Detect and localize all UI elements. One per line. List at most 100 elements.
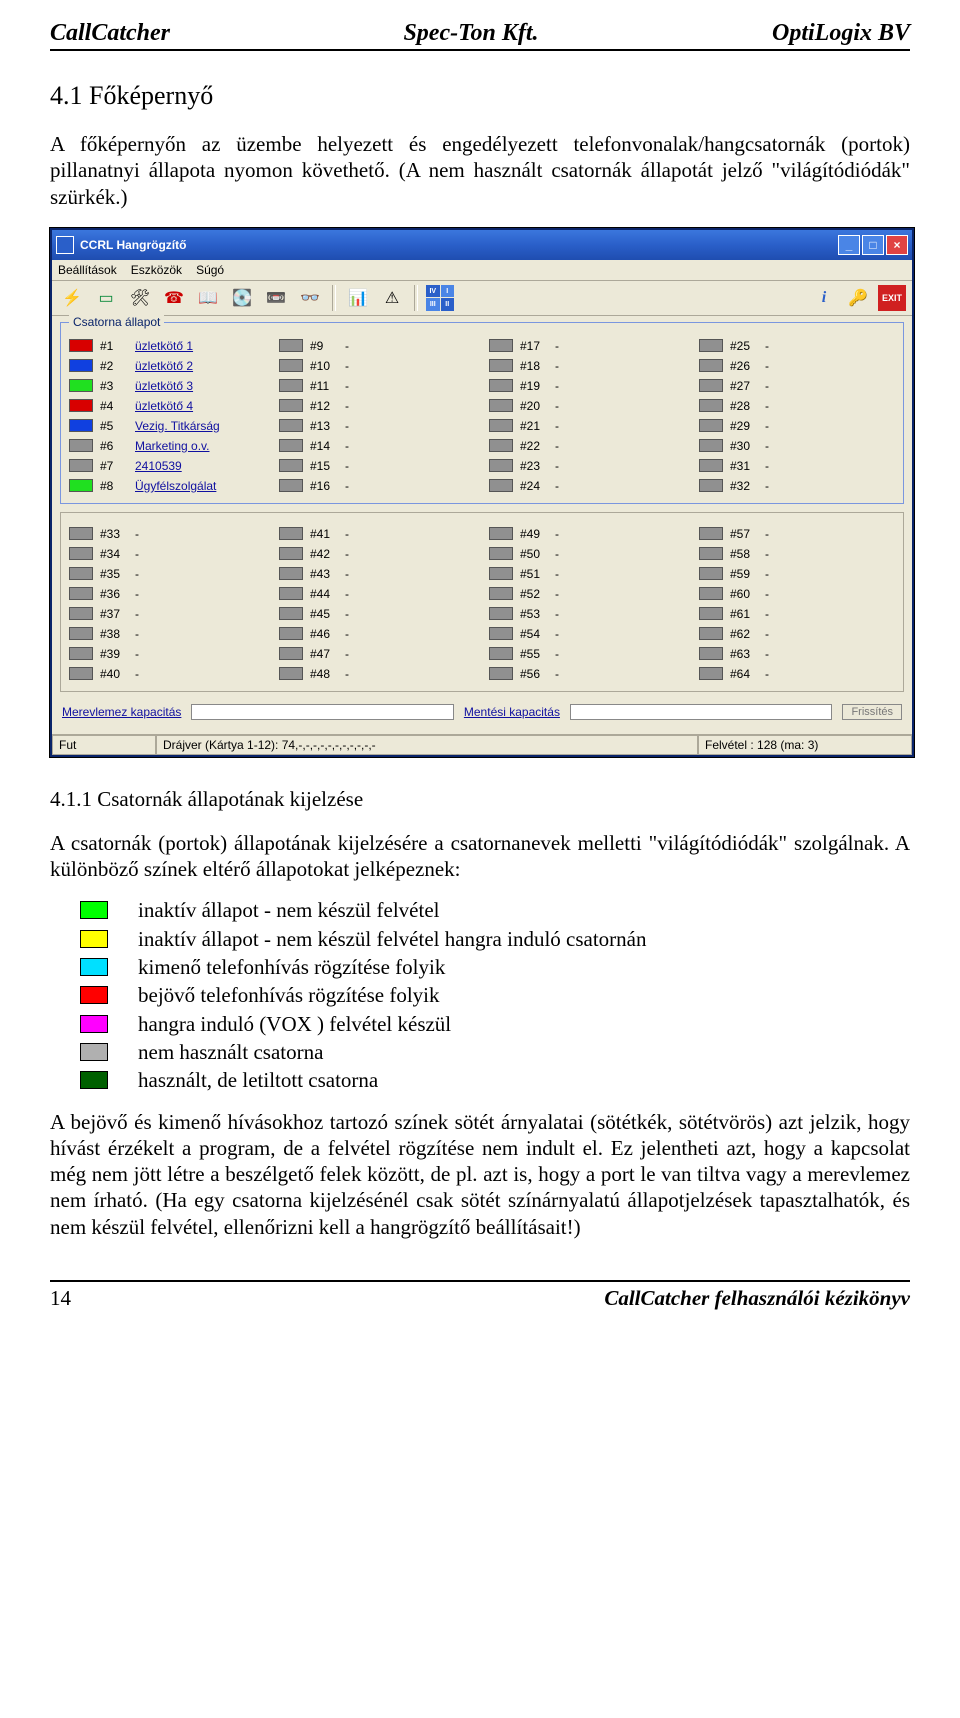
channel-led [489, 547, 513, 560]
channel-item[interactable]: #62- [699, 625, 895, 643]
tools-icon[interactable]: 🛠 [126, 285, 154, 311]
channel-item[interactable]: #63- [699, 645, 895, 663]
channel-item[interactable]: #41- [279, 525, 475, 543]
exit-icon[interactable]: EXIT [878, 285, 906, 311]
channel-item[interactable]: #8Ügyfélszolgálat [69, 477, 265, 495]
channel-led [69, 439, 93, 452]
channel-item[interactable]: #3üzletkötő 3 [69, 377, 265, 395]
channel-item[interactable]: #46- [279, 625, 475, 643]
channel-item[interactable]: #52- [489, 585, 685, 603]
channel-item[interactable]: #28- [699, 397, 895, 415]
channel-number: #40 [100, 667, 128, 681]
channel-led [489, 607, 513, 620]
channel-item[interactable]: #11- [279, 377, 475, 395]
channel-item[interactable]: #53- [489, 605, 685, 623]
channel-name: - [555, 527, 559, 541]
book-icon[interactable]: 📖 [194, 285, 222, 311]
channel-item[interactable]: #59- [699, 565, 895, 583]
channel-item[interactable]: #20- [489, 397, 685, 415]
channel-item[interactable]: #44- [279, 585, 475, 603]
channel-item[interactable]: #6Marketing o.v. [69, 437, 265, 455]
channel-item[interactable]: #1üzletkötő 1 [69, 337, 265, 355]
refresh-button[interactable]: Frissítés [842, 704, 902, 720]
channel-item[interactable]: #72410539 [69, 457, 265, 475]
channel-item[interactable]: #10- [279, 357, 475, 375]
channel-item[interactable]: #55- [489, 645, 685, 663]
channel-item[interactable]: #22- [489, 437, 685, 455]
channel-item[interactable]: #60- [699, 585, 895, 603]
channel-item[interactable]: #33- [69, 525, 265, 543]
channel-item[interactable]: #58- [699, 545, 895, 563]
channel-item[interactable]: #50- [489, 545, 685, 563]
channel-name: 2410539 [135, 459, 182, 473]
glasses-icon[interactable]: 👓 [296, 285, 324, 311]
legend-swatch [80, 901, 108, 919]
menu-item[interactable]: Súgó [196, 263, 224, 277]
channel-item[interactable]: #39- [69, 645, 265, 663]
channel-item[interactable]: #64- [699, 665, 895, 683]
channel-item[interactable]: #32- [699, 477, 895, 495]
channel-item[interactable]: #43- [279, 565, 475, 583]
channel-item[interactable]: #48- [279, 665, 475, 683]
phone-icon[interactable]: ☎ [160, 285, 188, 311]
toolbar: ⚡ ▭ 🛠 ☎ 📖 💽 📼 👓 📊 ⚠ IVI IIIII [52, 281, 912, 316]
channel-item[interactable]: #25- [699, 337, 895, 355]
channel-item[interactable]: #15- [279, 457, 475, 475]
close-button[interactable]: × [886, 235, 908, 255]
minimize-button[interactable]: _ [838, 235, 860, 255]
channel-item[interactable]: #45- [279, 605, 475, 623]
channel-item[interactable]: #54- [489, 625, 685, 643]
channel-item[interactable]: #36- [69, 585, 265, 603]
header-right: OptiLogix BV [772, 20, 910, 47]
info-icon[interactable]: i [810, 285, 838, 311]
channel-item[interactable]: #24- [489, 477, 685, 495]
channel-item[interactable]: #26- [699, 357, 895, 375]
quadrant-icon[interactable]: IVI IIIII [426, 285, 454, 311]
warning-icon[interactable]: ⚠ [378, 285, 406, 311]
disk-icon[interactable]: 💽 [228, 285, 256, 311]
channel-item[interactable]: #5Vezig. Titkárság [69, 417, 265, 435]
menu-item[interactable]: Beállítások [58, 263, 117, 277]
channel-item[interactable]: #47- [279, 645, 475, 663]
channel-item[interactable]: #49- [489, 525, 685, 543]
channel-item[interactable]: #37- [69, 605, 265, 623]
channel-item[interactable]: #12- [279, 397, 475, 415]
channel-number: #55 [520, 647, 548, 661]
lightning-icon[interactable]: ⚡ [58, 285, 86, 311]
channel-item[interactable]: #19- [489, 377, 685, 395]
channel-item[interactable]: #31- [699, 457, 895, 475]
channel-item[interactable]: #18- [489, 357, 685, 375]
channel-item[interactable]: #61- [699, 605, 895, 623]
tape-icon[interactable]: 📼 [262, 285, 290, 311]
menu-item[interactable]: Eszközök [131, 263, 182, 277]
channel-item[interactable]: #13- [279, 417, 475, 435]
channel-item[interactable]: #57- [699, 525, 895, 543]
channel-name: - [555, 459, 559, 473]
channel-item[interactable]: #2üzletkötő 2 [69, 357, 265, 375]
channel-item[interactable]: #42- [279, 545, 475, 563]
channel-item[interactable]: #51- [489, 565, 685, 583]
intro-paragraph: A főképernyőn az üzembe helyezett és eng… [50, 131, 910, 210]
channel-name: - [765, 647, 769, 661]
channel-item[interactable]: #17- [489, 337, 685, 355]
channel-item[interactable]: #21- [489, 417, 685, 435]
maximize-button[interactable]: □ [862, 235, 884, 255]
channel-status-lower: #33- #41- #49- #57- #34- #42- #50- #58- #35- #43-… [60, 512, 904, 692]
channel-item[interactable]: #29- [699, 417, 895, 435]
channel-item[interactable]: #27- [699, 377, 895, 395]
card-icon[interactable]: ▭ [92, 285, 120, 311]
channel-item[interactable]: #35- [69, 565, 265, 583]
channel-item[interactable]: #38- [69, 625, 265, 643]
channel-item[interactable]: #30- [699, 437, 895, 455]
channel-item[interactable]: #40- [69, 665, 265, 683]
channel-item[interactable]: #14- [279, 437, 475, 455]
key-icon[interactable]: 🔑 [844, 285, 872, 311]
chart-icon[interactable]: 📊 [344, 285, 372, 311]
channel-item[interactable]: #4üzletkötő 4 [69, 397, 265, 415]
channel-item[interactable]: #56- [489, 665, 685, 683]
channel-item[interactable]: #23- [489, 457, 685, 475]
channel-item[interactable]: #34- [69, 545, 265, 563]
channel-name: - [555, 667, 559, 681]
channel-item[interactable]: #16- [279, 477, 475, 495]
channel-item[interactable]: #9- [279, 337, 475, 355]
